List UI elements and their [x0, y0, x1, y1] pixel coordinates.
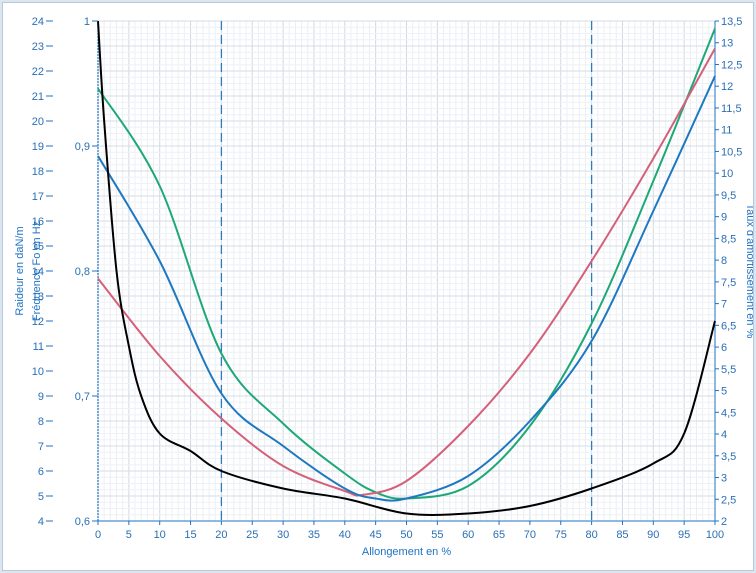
y-right-tick-label: 4	[721, 429, 727, 441]
x-tick-label: 40	[339, 529, 351, 541]
y-left-outer-tick-label: 22	[32, 66, 44, 78]
y-left-outer-tick-label: 21	[32, 91, 44, 103]
y-right-tick-label: 7,5	[721, 277, 736, 289]
y-left-outer-tick-label: 23	[32, 41, 44, 53]
y-right-tick-label: 3	[721, 473, 727, 485]
y-right-tick-label: 13	[721, 38, 733, 50]
x-tick-label: 0	[95, 529, 101, 541]
y-right-tick-label: 10	[721, 168, 733, 180]
y-right-tick-label: 6	[721, 342, 727, 354]
y-right-tick-label: 12	[721, 81, 733, 93]
y-left-outer-tick-label: 18	[32, 166, 44, 178]
y-right-tick-label: 5,5	[721, 364, 736, 376]
x-tick-label: 50	[400, 529, 412, 541]
x-tick-label: 55	[431, 529, 443, 541]
y-left-inner-tick-label: 0,9	[75, 141, 90, 153]
y-left-inner-tick-label: 0,7	[75, 391, 90, 403]
x-tick-label: 25	[246, 529, 258, 541]
y-right-title: Taux d'amortissement en %	[744, 204, 753, 339]
y-right-tick-label: 2	[721, 516, 727, 528]
x-tick-label: 95	[678, 529, 690, 541]
y-right-tick-label: 11	[721, 125, 732, 137]
x-tick-label: 45	[370, 529, 382, 541]
x-tick-label: 60	[462, 529, 474, 541]
y-right-tick-label: 11,5	[721, 103, 742, 115]
x-tick-label: 5	[126, 529, 132, 541]
y-right-tick-label: 10,5	[721, 146, 742, 158]
y-right-tick-label: 12,5	[721, 59, 742, 71]
x-axis-title: Allongement en %	[362, 546, 451, 558]
y-right-tick-label: 8,5	[721, 233, 736, 245]
x-tick-label: 20	[215, 529, 227, 541]
y-right-tick-label: 2,5	[721, 494, 736, 506]
y-left-outer-tick-label: 7	[38, 441, 44, 453]
y-right-tick-label: 5	[721, 386, 727, 398]
y-right-tick-label: 9	[721, 212, 727, 224]
y-right-tick-label: 3,5	[721, 451, 736, 463]
y-left-outer-tick-label: 19	[32, 141, 44, 153]
y-left-inner-tick-label: 0,6	[75, 516, 90, 528]
y-left-inner-tick-label: 1	[84, 16, 90, 28]
x-tick-label: 80	[585, 529, 597, 541]
y-right-tick-label: 8	[721, 255, 727, 267]
y-left-outer-tick-label: 17	[32, 191, 44, 203]
x-tick-label: 90	[647, 529, 659, 541]
y-left-outer-tick-label: 8	[38, 416, 44, 428]
x-tick-label: 35	[308, 529, 320, 541]
y-right-tick-label: 4,5	[721, 407, 736, 419]
y-right-tick-label: 13,5	[721, 16, 742, 28]
x-tick-label: 100	[706, 529, 724, 541]
y-left-outer-tick-label: 24	[32, 16, 44, 28]
x-tick-label: 15	[184, 529, 196, 541]
chart-frame: 0 5 10 15 20 25 30 35 40 45 50 55 60 65 70 75 80 85 90 95 10…	[2, 2, 754, 571]
y-left-outer-title: Raideur en daN/m	[14, 226, 26, 315]
chart-svg: 0 5 10 15 20 25 30 35 40 45 50 55 60 65 70 75 80 85 90 95 10…	[14, 16, 753, 558]
x-tick-label: 10	[154, 529, 166, 541]
y-left-outer-tick-label: 4	[38, 516, 44, 528]
y-right-tick-label: 7	[721, 299, 727, 311]
y-left-outer-tick-label: 5	[38, 491, 44, 503]
x-tick-label: 75	[555, 529, 567, 541]
y-right-tick-label: 9,5	[721, 190, 736, 202]
x-tick-label: 30	[277, 529, 289, 541]
y-left-inner-title: Fréquence Fo en Hz	[31, 221, 43, 321]
x-tick-label: 65	[493, 529, 505, 541]
x-tick-label: 85	[616, 529, 628, 541]
y-left-inner-tick-label: 0,8	[75, 266, 90, 278]
y-left-outer-tick-label: 10	[32, 366, 44, 378]
y-left-outer-tick-label: 11	[33, 341, 44, 353]
y-right-tick-label: 6,5	[721, 320, 736, 332]
x-tick-label: 70	[524, 529, 536, 541]
y-left-outer-tick-label: 9	[38, 391, 44, 403]
y-left-outer-tick-label: 20	[32, 116, 44, 128]
y-left-outer-tick-label: 6	[38, 466, 44, 478]
